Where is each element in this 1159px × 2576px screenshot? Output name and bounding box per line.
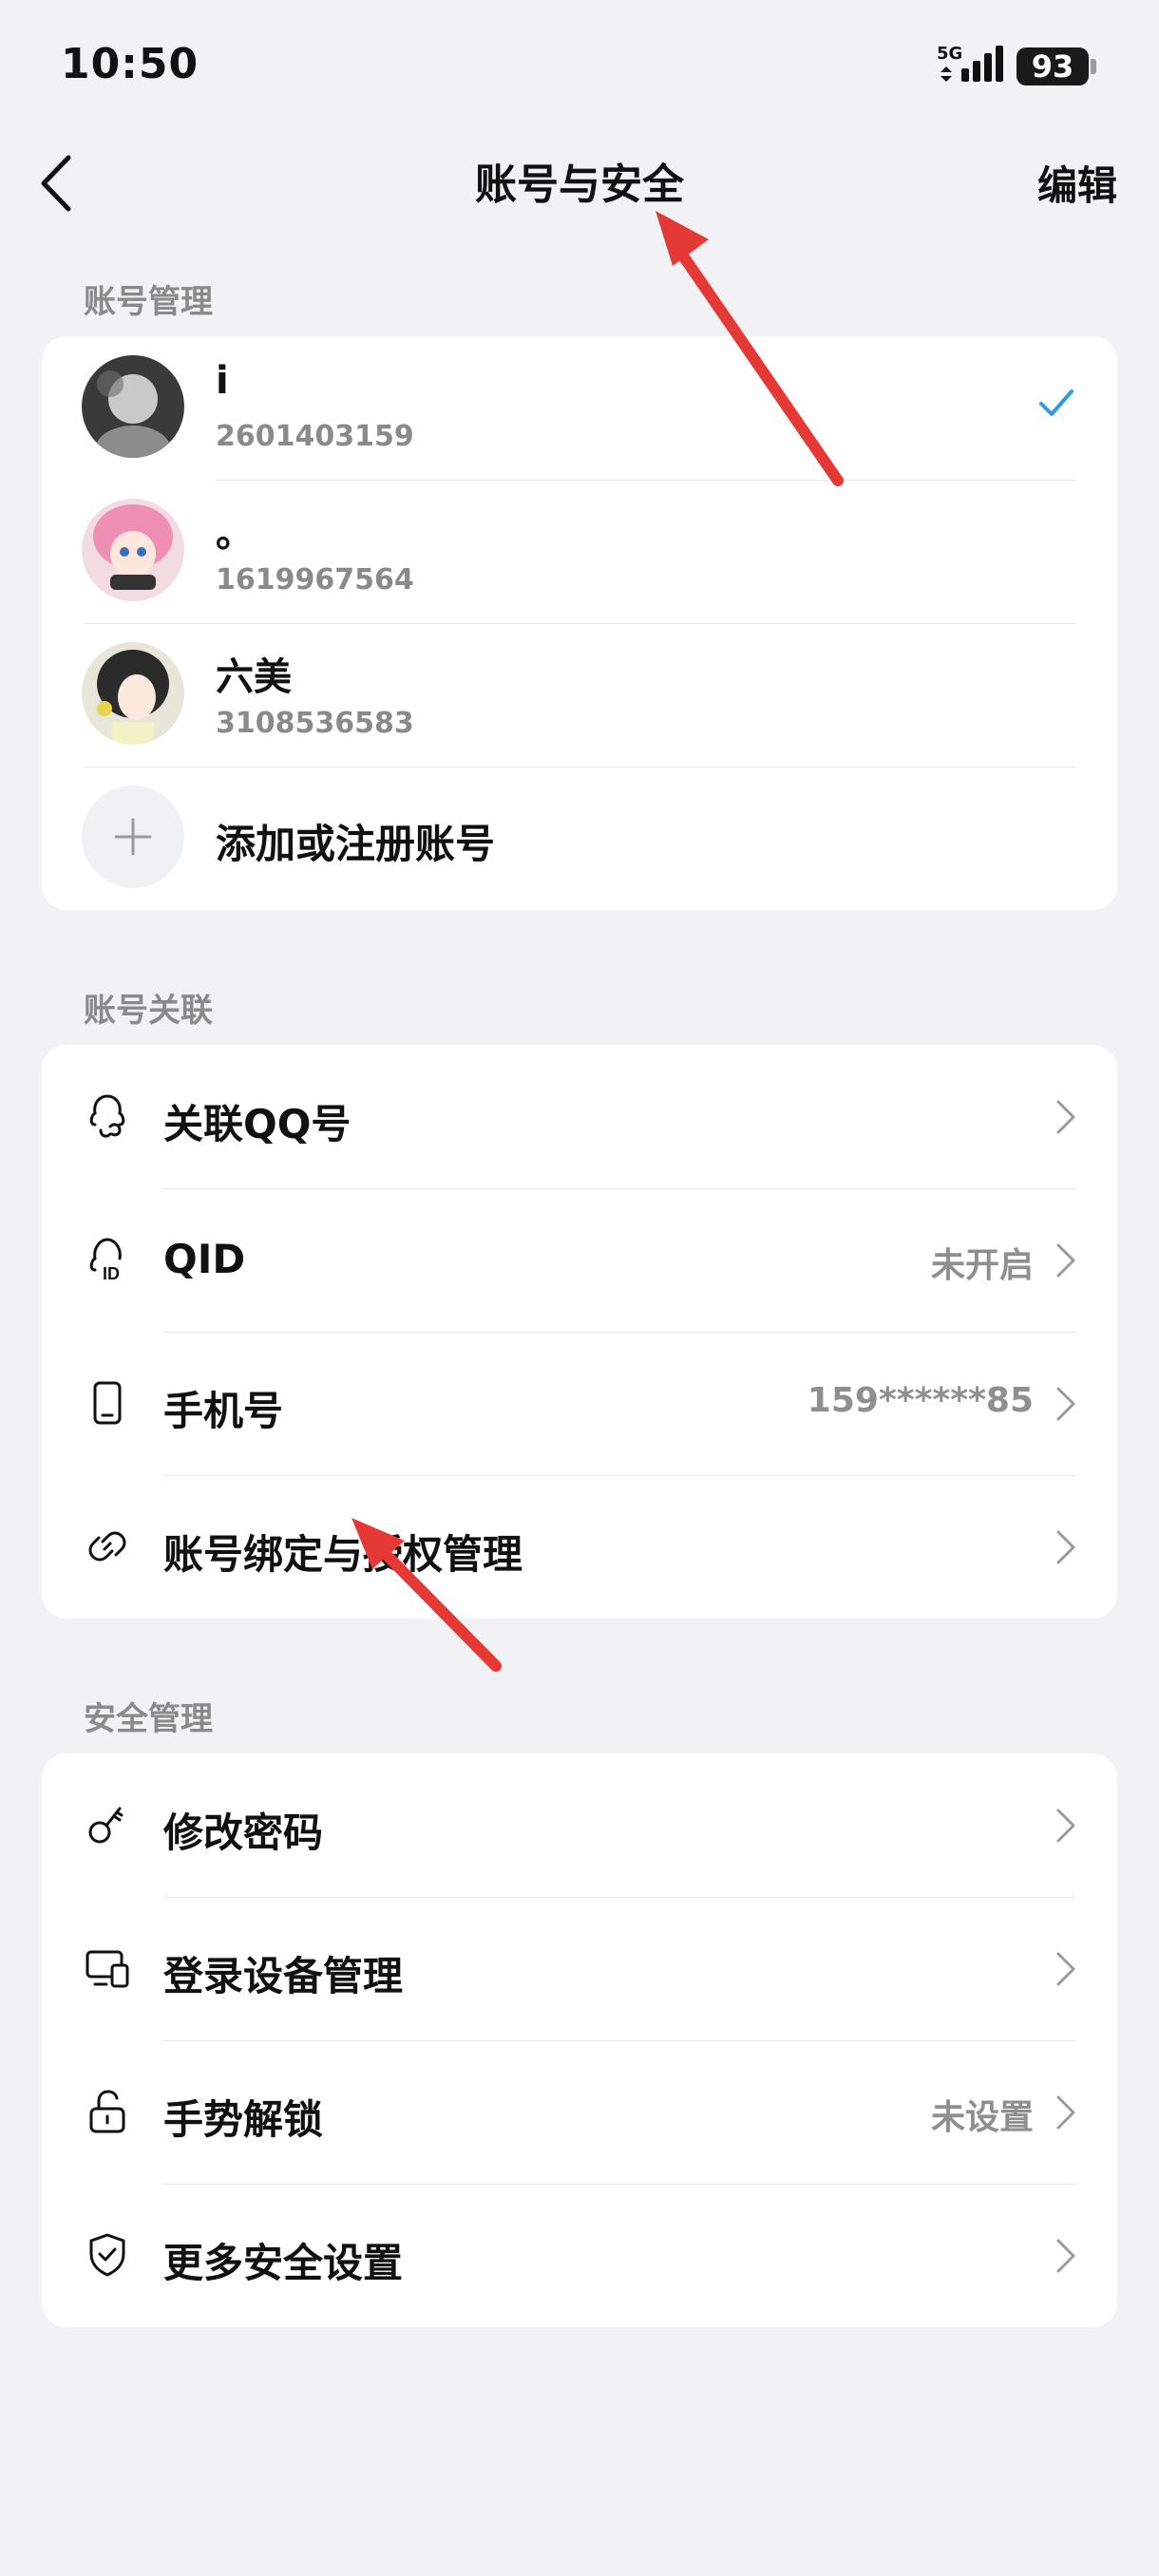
gesture-unlock-status: 未设置 [930,2098,1034,2137]
qid-label: QID [163,1236,246,1282]
account-name: 六美 [216,655,292,699]
svg-text:ID: ID [103,1264,120,1283]
battery-indicator: 93 [1016,47,1089,85]
gesture-unlock-row[interactable]: 手势解锁 未设置 [42,2040,1117,2184]
navigation-bar: 账号与安全 编辑 [0,133,1159,237]
unlock-icon [89,2090,125,2133]
qid-status: 未开启 [930,1246,1034,1285]
avatar [82,642,184,745]
change-password-row[interactable]: 修改密码 [42,1753,1117,1897]
link-qq-label: 关联QQ号 [163,1101,352,1147]
chevron-right-icon [1056,2239,1075,2273]
account-name: i [216,359,229,403]
phone-number-value: 159******85 [807,1381,1034,1420]
account-list-card: i 2601403159 。 1619967564 六美 3108536583 … [42,336,1117,910]
battery-tip [1091,59,1096,74]
add-account-circle [82,786,184,888]
checkmark-icon [1039,389,1074,416]
account-security-screen: 10:50 5G 93 账号与安全 编辑 账号管理 i 2601403159 。… [0,0,1159,2576]
section-title-security-management: 安全管理 [84,1700,213,1738]
phone-icon [93,1381,122,1425]
binding-authorization-row[interactable]: 账号绑定与授权管理 [42,1475,1117,1619]
qid-row[interactable]: ID QID 未开启 [42,1188,1117,1332]
chevron-right-icon [1056,2095,1075,2130]
status-bar: 10:50 5G 93 [0,0,1159,133]
more-security-row[interactable]: 更多安全设置 [42,2184,1117,2327]
chevron-right-icon [1056,1952,1075,1986]
more-security-label: 更多安全设置 [163,2240,404,2286]
chevron-right-icon [1056,1387,1075,1421]
avatar [82,355,184,458]
login-devices-row[interactable]: 登录设备管理 [42,1897,1117,2040]
qq-link-icon [89,1094,125,1138]
key-icon [88,1807,124,1844]
shield-check-icon [89,2233,125,2277]
avatar [82,499,184,601]
page-title: 账号与安全 [475,161,684,209]
signal-icon [940,46,1003,82]
account-id: 3108536583 [216,707,414,740]
edit-button[interactable]: 编辑 [1037,154,1117,212]
change-password-label: 修改密码 [163,1809,324,1856]
account-row[interactable]: 。 1619967564 [42,480,1117,623]
phone-number-label: 手机号 [163,1388,284,1434]
account-id: 1619967564 [216,563,414,597]
account-row[interactable]: i 2601403159 [42,336,1117,480]
chevron-right-icon [1056,1530,1075,1564]
login-devices-label: 登录设备管理 [163,1953,404,1999]
link-icon [88,1531,126,1562]
plus-icon [114,818,152,856]
devices-icon [86,1950,129,1988]
account-name: 。 [216,512,254,556]
account-linking-card: 关联QQ号 ID QID 未开启 手机号 159******85 账号绑定与授权… [42,1045,1117,1619]
add-account-label: 添加或注册账号 [216,821,496,867]
add-account-row[interactable]: 添加或注册账号 [42,767,1117,910]
chevron-right-icon [1056,1809,1075,1843]
account-row[interactable]: 六美 3108536583 [42,623,1117,767]
link-qq-row[interactable]: 关联QQ号 [42,1045,1117,1188]
status-time: 10:50 [61,40,200,88]
chevron-right-icon [1056,1243,1075,1278]
phone-number-row[interactable]: 手机号 159******85 [42,1332,1117,1475]
section-title-account-management: 账号管理 [84,283,213,321]
qid-icon: ID [89,1238,122,1283]
account-id: 2601403159 [216,420,414,453]
section-title-account-linking: 账号关联 [84,992,213,1030]
gesture-unlock-label: 手势解锁 [163,2096,324,2143]
security-card: 修改密码 登录设备管理 手势解锁 未设置 更多安全设置 [42,1753,1117,2327]
chevron-right-icon [1056,1100,1075,1134]
binding-authorization-label: 账号绑定与授权管理 [163,1531,523,1578]
